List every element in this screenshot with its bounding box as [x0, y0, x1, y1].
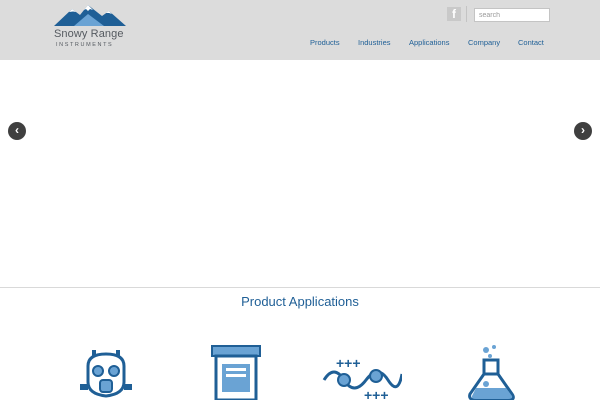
chevron-right-icon: › [581, 123, 585, 137]
facebook-icon[interactable]: f [447, 7, 461, 21]
section-divider [0, 287, 600, 288]
polymer-chain-icon[interactable]: +++ +++ [322, 344, 402, 400]
svg-text:+++: +++ [364, 387, 389, 400]
mountain-logo-icon [54, 5, 126, 26]
main-nav: Products Industries Applications Company… [0, 38, 600, 50]
gas-mask-icon[interactable] [78, 344, 134, 400]
svg-text:+++: +++ [336, 355, 361, 371]
nav-item-company[interactable]: Company [468, 38, 500, 47]
search-input[interactable] [474, 8, 550, 22]
nav-item-contact[interactable]: Contact [518, 38, 544, 47]
site-header: Snowy Range INSTRUMENTS f Products Indus… [0, 0, 600, 60]
nav-item-applications[interactable]: Applications [409, 38, 449, 47]
applications-title: Product Applications [241, 294, 359, 309]
nav-item-industries[interactable]: Industries [358, 38, 391, 47]
pill-bottle-icon[interactable] [208, 344, 264, 400]
chevron-left-icon: ‹ [15, 123, 19, 137]
slider-next-button[interactable]: › [574, 122, 592, 140]
flask-icon[interactable] [464, 344, 520, 400]
nav-item-products[interactable]: Products [310, 38, 340, 47]
slider-prev-button[interactable]: ‹ [8, 122, 26, 140]
header-separator [466, 6, 467, 22]
